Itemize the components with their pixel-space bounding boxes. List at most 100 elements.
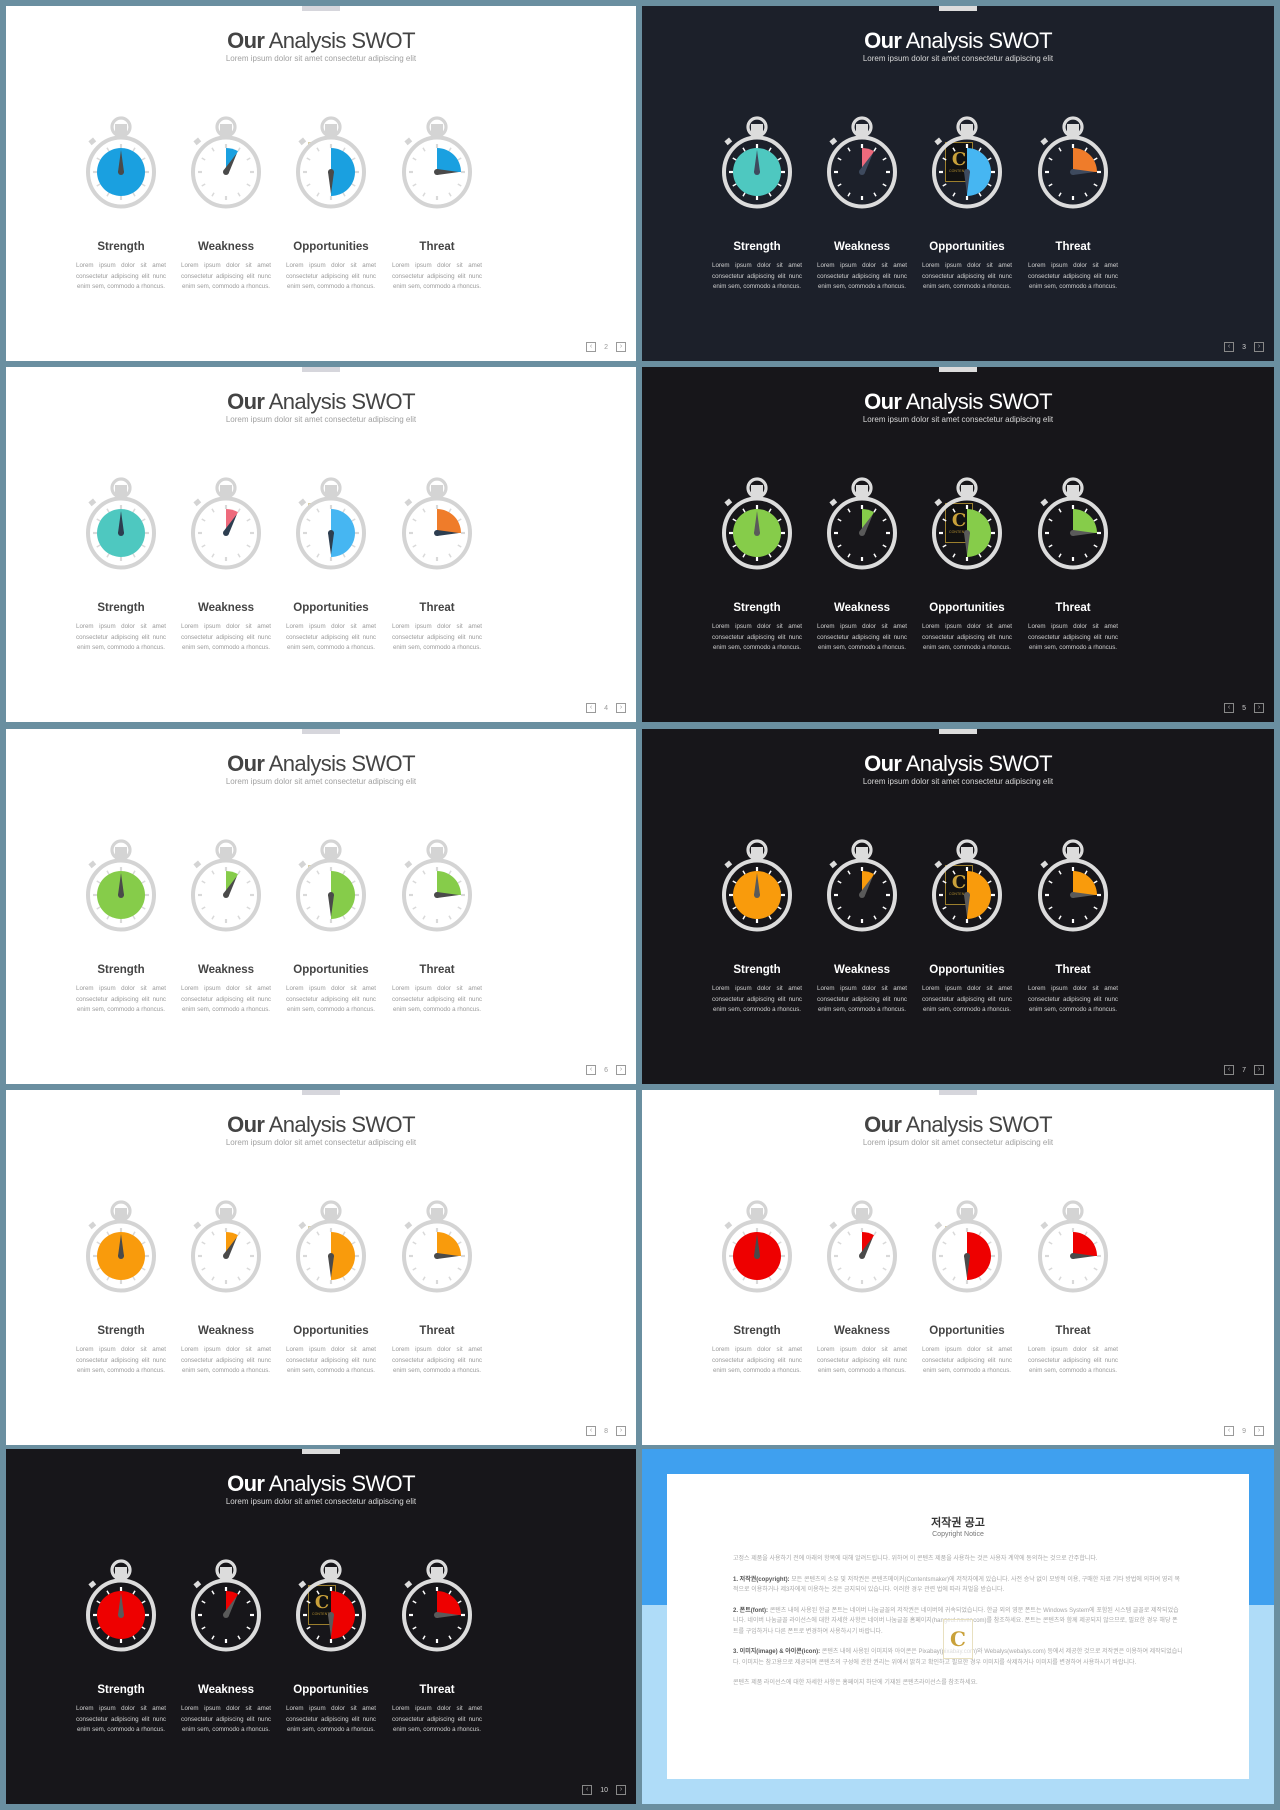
copyright-section: 1. 저작권(copyright): 모든 콘텐츠의 소유 및 저작권은 콘텐츠… [733, 1575, 1183, 1596]
title-bold: Our [864, 28, 902, 53]
slide-subtitle: Lorem ipsum dolor sit amet consectetur a… [225, 1138, 417, 1147]
needle-hub [1070, 1253, 1076, 1259]
pager: ‹ 6 › [586, 1065, 626, 1075]
stopwatch-icon [932, 1200, 1002, 1293]
title-bold: Our [227, 28, 265, 53]
title-rest: Analysis SWOT [264, 1471, 416, 1496]
title-rest: Analysis SWOT [264, 28, 416, 53]
watch-tick [847, 870, 851, 875]
swot-label: Weakness [197, 241, 255, 253]
watch-tick [847, 553, 851, 558]
top-tab [939, 1090, 977, 1095]
prev-page-button[interactable]: ‹ [582, 1785, 593, 1795]
watch-tick [873, 915, 877, 920]
swot-item-threat: Threat Lorem ipsum dolor sit amet consect… [382, 467, 492, 657]
watch-side-button [193, 1580, 202, 1589]
page-number: 3 [1242, 343, 1246, 351]
section-text: 모든 콘텐츠의 소유 및 저작권은 콘텐츠메이커(Contentsmaker)에… [733, 1576, 1181, 1594]
swot-description: Lorem ipsum dolor sit amet consectetur a… [392, 985, 482, 1013]
watch-tick [873, 192, 877, 197]
next-page-button[interactable]: › [616, 1065, 626, 1075]
pager: ‹ 10 › [582, 1785, 626, 1795]
next-page-button[interactable]: › [1254, 342, 1264, 352]
swot-label: Threat [419, 964, 455, 976]
watch-tick [777, 518, 782, 522]
slide-title: Our Analysis SWOT [6, 1471, 636, 1497]
swot-slide: Our Analysis SWOT Lorem ipsum dolor sit … [6, 367, 636, 722]
prev-page-button[interactable]: ‹ [586, 1426, 597, 1436]
prev-page-button[interactable]: ‹ [586, 342, 597, 352]
next-page-button[interactable]: › [616, 1785, 626, 1795]
watch-tick [882, 183, 887, 187]
title-bold: Our [227, 751, 265, 776]
copyright-title: 저작권 공고 [931, 1517, 985, 1529]
swot-label: Opportunities [929, 964, 1005, 976]
stopwatch-icon [86, 1200, 156, 1293]
needle-hub [1070, 169, 1076, 175]
pager: ‹ 2 › [586, 342, 626, 352]
title-rest: Analysis SWOT [264, 389, 416, 414]
watch-tick [201, 1626, 206, 1630]
watch-tick [1058, 192, 1062, 197]
progress-sector [1073, 509, 1097, 533]
next-page-button[interactable]: › [1254, 703, 1264, 713]
watch-tick [246, 1600, 251, 1604]
swot-label: Weakness [833, 241, 891, 253]
needle-hub [1070, 892, 1076, 898]
prev-page-button[interactable]: ‹ [1224, 1426, 1235, 1436]
title-rest: Analysis SWOT [264, 1112, 416, 1137]
prev-page-button[interactable]: ‹ [1224, 703, 1235, 713]
watch-side-button [1040, 137, 1049, 146]
watch-tick [457, 1600, 462, 1604]
watch-tick [412, 1600, 417, 1604]
swot-label: Threat [1055, 602, 1091, 614]
prev-page-button[interactable]: ‹ [1224, 342, 1235, 352]
slide-title: Our Analysis SWOT [642, 751, 1274, 777]
next-page-button[interactable]: › [616, 342, 626, 352]
next-page-button[interactable]: › [616, 1426, 626, 1436]
swot-label: Strength [97, 241, 145, 253]
watch-tick [141, 1600, 146, 1604]
watch-tick [132, 1590, 136, 1595]
prev-page-button[interactable]: ‹ [586, 703, 597, 713]
needle-hub [434, 169, 440, 175]
watch-tick [837, 157, 842, 161]
watch-tick [1048, 157, 1053, 161]
title-rest: Analysis SWOT [901, 389, 1053, 414]
watch-side-button [193, 1221, 202, 1230]
swot-item-opportunities: Opportunities Lorem ipsum dolor sit amet … [912, 1190, 1022, 1380]
swot-row: C CONTENTS StrengthLorem ipsum dolor sit… [6, 106, 636, 296]
prev-page-button[interactable]: ‹ [586, 1065, 597, 1075]
swot-description: Lorem ipsum dolor sit amet consectetur a… [1028, 1346, 1118, 1374]
stopwatch-icon [932, 839, 1002, 932]
title-bold: Our [864, 1112, 902, 1137]
swot-item-weakness: Weakness Lorem ipsum dolor sit amet conse… [807, 106, 917, 296]
slide-title: Our Analysis SWOT [6, 751, 636, 777]
needle-hub [223, 169, 229, 175]
copyright-slide: 저작권 공고 Copyright Notice 고정스 제품을 사용하기 전에 … [642, 1449, 1274, 1804]
swot-row: C CONTENTS StrengthLorem ipsum dolor sit… [6, 1549, 636, 1739]
swot-description: Lorem ipsum dolor sit amet consectetur a… [712, 262, 802, 290]
swot-description: Lorem ipsum dolor sit amet consectetur a… [286, 1705, 376, 1733]
watch-tick [1093, 906, 1098, 910]
swot-item-opportunities: Opportunities Lorem ipsum dolor sit amet … [276, 106, 386, 296]
swot-item-threat: Threat Lorem ipsum dolor sit amet consect… [1018, 829, 1128, 1019]
swot-item-opportunities: Opportunities Lorem ipsum dolor sit amet … [912, 829, 1022, 1019]
swot-item-weakness: Weakness Lorem ipsum dolor sit amet conse… [807, 1190, 917, 1380]
swot-description: Lorem ipsum dolor sit amet consectetur a… [1028, 985, 1118, 1013]
prev-page-button[interactable]: ‹ [1224, 1065, 1235, 1075]
next-page-button[interactable]: › [1254, 1065, 1264, 1075]
watch-tick [952, 870, 956, 875]
watch-tick [978, 553, 982, 558]
swot-row: C CONTENTS StrengthLorem ipsum dolor sit… [6, 467, 636, 657]
next-page-button[interactable]: › [1254, 1426, 1264, 1436]
slide-subtitle: Lorem ipsum dolor sit amet consectetur a… [225, 54, 417, 63]
pager: ‹ 3 › [1224, 342, 1264, 352]
next-page-button[interactable]: › [616, 703, 626, 713]
needle-hub [328, 1253, 334, 1259]
slide-title: Our Analysis SWOT [642, 389, 1274, 415]
swot-item-strength: Strength Lorem ipsum dolor sit amet conse… [66, 106, 176, 296]
swot-row: C CONTENTS StrengthLorem ipsum dolor sit… [6, 1190, 636, 1380]
watch-tick [882, 880, 887, 884]
watch-side-button [404, 1221, 413, 1230]
